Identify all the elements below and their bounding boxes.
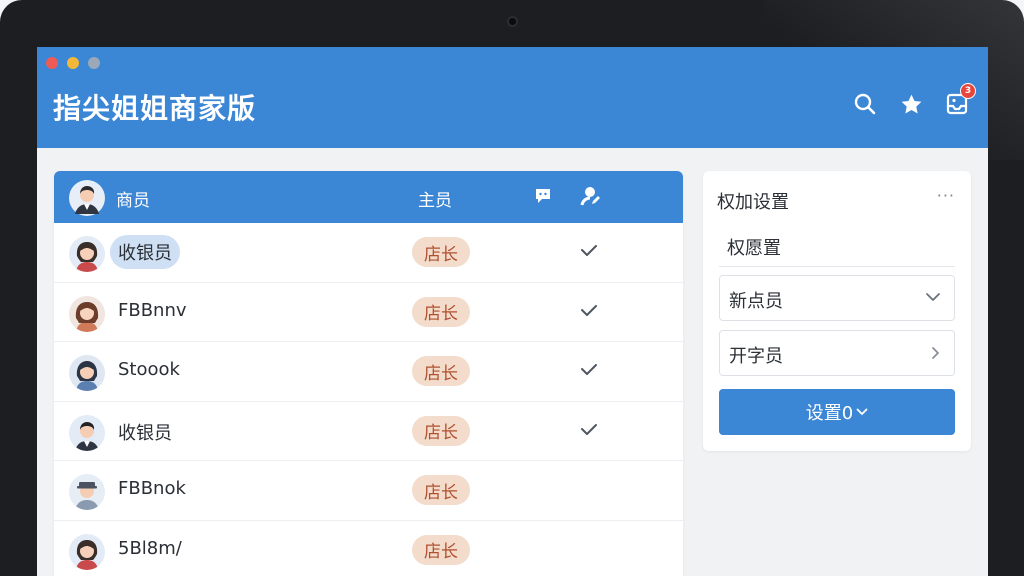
row-name: Stoook xyxy=(118,359,180,380)
check-icon xyxy=(581,423,597,435)
staff-link-item[interactable]: 开字员 xyxy=(719,330,955,376)
settings-button-label: 设置0 xyxy=(805,403,854,424)
row-name: 收银员 xyxy=(118,422,172,444)
row-check[interactable] xyxy=(580,243,598,262)
avatar xyxy=(69,236,105,272)
app-window: 指尖姐姐商家版 3 商员 主员 收银员 店长 FBBnnv 店长 Stoook … xyxy=(37,47,988,576)
table-body: 收银员 店长 FBBnnv 店长 Stoook 店长 收银员 店长 FBBnok… xyxy=(54,223,683,576)
avatar xyxy=(69,295,105,332)
avatar-icon xyxy=(69,295,105,332)
column-header-name[interactable]: 商员 xyxy=(116,186,150,211)
row-name: 收银员 xyxy=(110,235,180,269)
row-name: FBBnok xyxy=(118,478,186,499)
user-edit-icon xyxy=(580,187,600,206)
favorites-button[interactable] xyxy=(898,91,924,117)
chevron-down-icon xyxy=(856,408,868,415)
more-button[interactable]: ··· xyxy=(937,186,955,205)
permission-settings-panel: 权加设置 ··· 权愿置 新点员 开字员 设置0 xyxy=(703,171,971,451)
column-header-message[interactable] xyxy=(533,186,553,211)
row-check[interactable] xyxy=(580,303,598,322)
more-icon: ··· xyxy=(936,186,955,205)
staff-table: 商员 主员 收银员 店长 FBBnnv 店长 Stoook 店长 收银员 店长 … xyxy=(54,171,683,576)
table-header: 商员 主员 xyxy=(54,171,683,223)
laptop-bezel: 指尖姐姐商家版 3 商员 主员 收银员 店长 FBBnnv 店长 Stoook … xyxy=(0,0,1024,576)
header-actions: 3 xyxy=(852,83,976,117)
search-icon xyxy=(854,93,876,115)
table-row[interactable]: FBBnok 店长 xyxy=(54,461,683,521)
row-check[interactable] xyxy=(580,422,598,441)
avatar xyxy=(69,355,105,391)
notification-badge: 3 xyxy=(960,83,976,99)
table-row[interactable]: FBBnnv 店长 xyxy=(54,283,683,342)
table-row[interactable]: 收银员 店长 xyxy=(54,223,683,283)
app-header: 指尖姐姐商家版 3 xyxy=(37,47,988,148)
row-name: 5Bl8m/ xyxy=(118,537,182,559)
role-select-value: 新点员 xyxy=(729,291,783,312)
avatar-icon xyxy=(69,533,105,570)
role-badge: 店长 xyxy=(412,296,470,327)
role-select[interactable]: 新点员 xyxy=(719,275,955,321)
avatar-icon xyxy=(69,355,105,391)
app-title: 指尖姐姐商家版 xyxy=(53,92,257,125)
settings-button[interactable]: 设置0 xyxy=(719,389,955,435)
role-badge: 店长 xyxy=(412,415,470,446)
chat-icon xyxy=(536,189,550,203)
panel-title: 权加设置 xyxy=(717,192,789,213)
webcam xyxy=(507,16,518,27)
avatar xyxy=(69,474,105,510)
check-icon xyxy=(581,304,597,316)
avatar-icon xyxy=(69,236,105,272)
staff-link-label: 开字员 xyxy=(729,346,783,367)
window-controls xyxy=(46,57,100,69)
window-minimize-button[interactable] xyxy=(67,57,79,69)
chevron-right-icon xyxy=(932,347,939,359)
inbox-button[interactable]: 3 xyxy=(944,83,976,117)
check-icon xyxy=(581,364,597,375)
row-check[interactable] xyxy=(580,362,598,381)
header-avatar xyxy=(69,180,105,221)
star-icon xyxy=(901,94,921,113)
row-name: FBBnnv xyxy=(118,299,187,321)
role-badge: 店长 xyxy=(412,534,470,565)
panel-subtitle: 权愿置 xyxy=(719,223,955,267)
column-header-permission[interactable] xyxy=(580,185,602,212)
avatar xyxy=(69,414,105,451)
window-maximize-button[interactable] xyxy=(88,57,100,69)
table-row[interactable]: 收银员 店长 xyxy=(54,402,683,461)
check-icon xyxy=(581,245,597,256)
avatar-icon xyxy=(69,474,105,510)
avatar xyxy=(69,533,105,570)
avatar-icon xyxy=(69,180,105,216)
chevron-down-icon xyxy=(926,293,940,301)
table-row[interactable]: 5Bl8m/ 店长 xyxy=(54,521,683,576)
role-badge: 店长 xyxy=(412,475,470,505)
role-badge: 店长 xyxy=(412,237,470,267)
column-header-role[interactable]: 主员 xyxy=(418,186,452,211)
role-badge: 店长 xyxy=(412,356,470,386)
window-close-button[interactable] xyxy=(46,57,58,69)
avatar-icon xyxy=(69,414,105,451)
table-row[interactable]: Stoook 店长 xyxy=(54,342,683,402)
search-button[interactable] xyxy=(852,91,878,117)
